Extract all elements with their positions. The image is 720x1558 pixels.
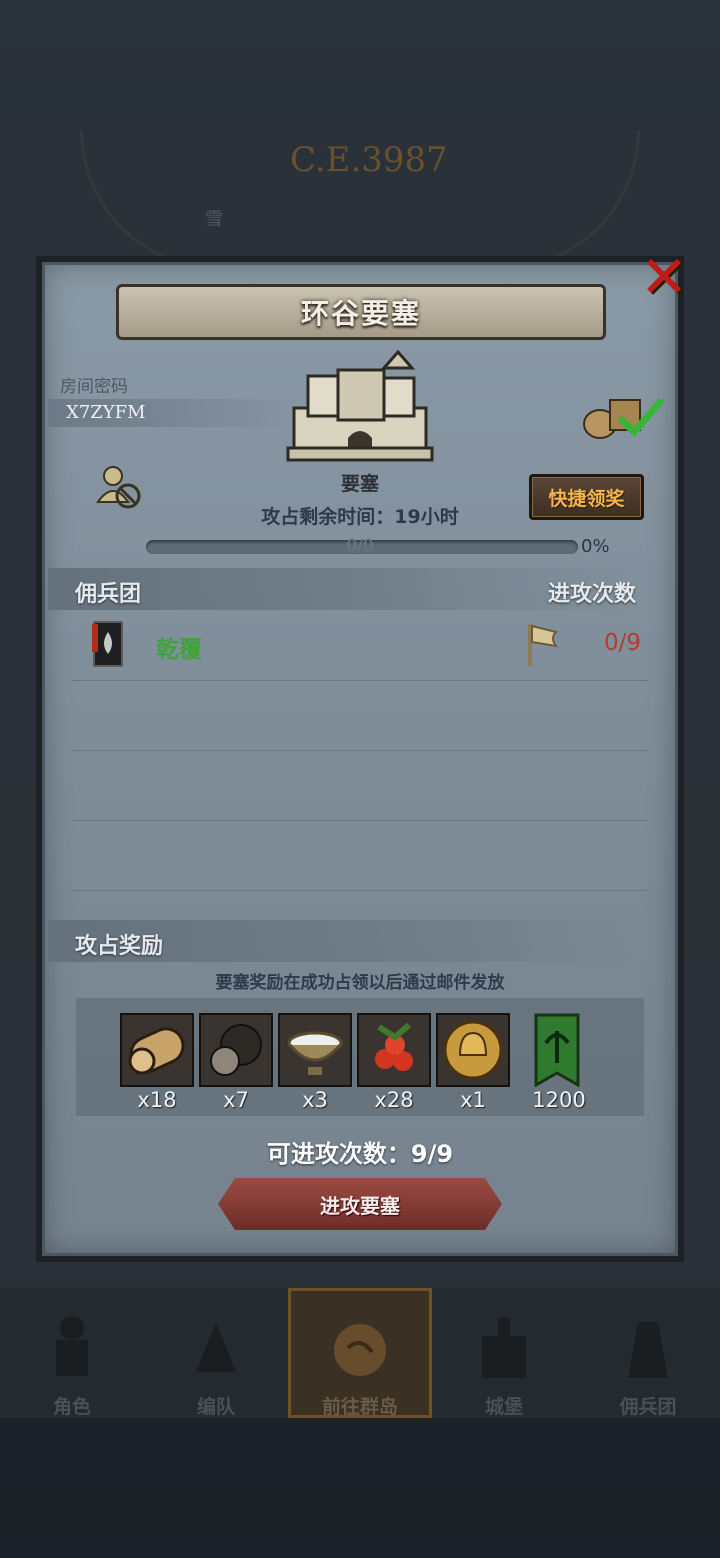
attack-count-header: 进攻次数 bbox=[548, 582, 637, 607]
guild-points-banner-icon[interactable] bbox=[528, 1013, 586, 1088]
helmet-coin-icon[interactable] bbox=[436, 1013, 510, 1087]
attack-flag-icon bbox=[528, 624, 559, 666]
quick-claim-label: 快捷领奖 bbox=[548, 487, 625, 510]
nav-mercenary[interactable]: 佣兵团 bbox=[576, 1288, 720, 1418]
loot-checked-icon[interactable] bbox=[582, 390, 664, 440]
reward-qty: 1200 bbox=[532, 1088, 586, 1112]
bottom-nav: 角色 编队 前往群岛 城堡 佣兵团 bbox=[0, 1288, 720, 1418]
row-divider bbox=[72, 750, 648, 751]
progress-percent: 0% bbox=[581, 536, 610, 557]
mercenary-section-title: 佣兵团 bbox=[75, 582, 142, 607]
nav-label: 城堡 bbox=[484, 1396, 523, 1418]
guild-banner-icon bbox=[92, 621, 123, 667]
mercenary-icon bbox=[628, 1322, 668, 1378]
quick-claim-button[interactable]: 快捷领奖 bbox=[529, 474, 644, 520]
row-divider bbox=[72, 680, 648, 681]
room-code-value: X7ZYFM bbox=[66, 402, 146, 423]
row-divider bbox=[72, 890, 648, 891]
nav-label: 角色 bbox=[52, 1396, 91, 1418]
reward-note: 要塞奖励在成功占领以后通过邮件发放 bbox=[215, 973, 505, 993]
row-divider bbox=[72, 820, 648, 821]
occupy-time-remaining: 攻占剩余时间：19小时 bbox=[261, 506, 459, 528]
attack-fortress-button[interactable]: 进攻要塞 bbox=[218, 1178, 502, 1230]
knight-icon bbox=[56, 1316, 88, 1376]
reward-qty: x28 bbox=[374, 1088, 414, 1112]
wood-log-icon[interactable] bbox=[120, 1013, 194, 1087]
berries-icon[interactable] bbox=[357, 1013, 431, 1087]
nav-label: 佣兵团 bbox=[619, 1396, 677, 1418]
reward-qty: x7 bbox=[223, 1088, 249, 1112]
islands-icon bbox=[334, 1324, 386, 1376]
attack-fortress-label: 进攻要塞 bbox=[320, 1193, 400, 1218]
nav-role[interactable]: 角色 bbox=[0, 1288, 144, 1418]
milk-bowl-icon[interactable] bbox=[278, 1013, 352, 1087]
nav-label: 前往群岛 bbox=[321, 1396, 398, 1418]
guild-name[interactable]: 乾覆 bbox=[156, 630, 202, 664]
location-label: 雪 bbox=[205, 209, 223, 230]
reward-qty: x1 bbox=[460, 1088, 486, 1112]
nav-label: 编队 bbox=[196, 1396, 235, 1418]
building-label: 要塞 bbox=[340, 473, 379, 495]
era-label: C.E.3987 bbox=[290, 140, 448, 180]
nav-islands[interactable]: 前往群岛 bbox=[288, 1288, 432, 1418]
nav-castle[interactable]: 城堡 bbox=[432, 1288, 576, 1418]
game-screen: C.E.3987 雪 ✕ 环谷要塞 房间密码 X7ZYFM 要塞 快捷领奖 攻占… bbox=[0, 0, 720, 1558]
reward-qty: x3 bbox=[302, 1088, 328, 1112]
dialog-title: 环谷要塞 bbox=[300, 297, 421, 330]
formation-icon bbox=[196, 1322, 236, 1372]
reward-qty: x18 bbox=[137, 1088, 177, 1112]
reward-section-title: 攻占奖励 bbox=[75, 934, 164, 959]
user-blocked-icon[interactable] bbox=[96, 464, 142, 510]
remaining-attempts: 可进攻次数：9/9 bbox=[266, 1140, 454, 1168]
progress-count: 0/0 bbox=[346, 536, 374, 556]
nav-formation[interactable]: 编队 bbox=[144, 1288, 288, 1418]
truffle-icon[interactable] bbox=[199, 1013, 273, 1087]
room-code-label: 房间密码 bbox=[60, 377, 128, 397]
title-banner: 环谷要塞 bbox=[116, 284, 606, 340]
close-icon[interactable]: ✕ bbox=[636, 248, 692, 308]
castle-icon bbox=[482, 1318, 526, 1378]
fortress-icon bbox=[286, 349, 434, 462]
guild-attack-count: 0/9 bbox=[604, 630, 642, 656]
